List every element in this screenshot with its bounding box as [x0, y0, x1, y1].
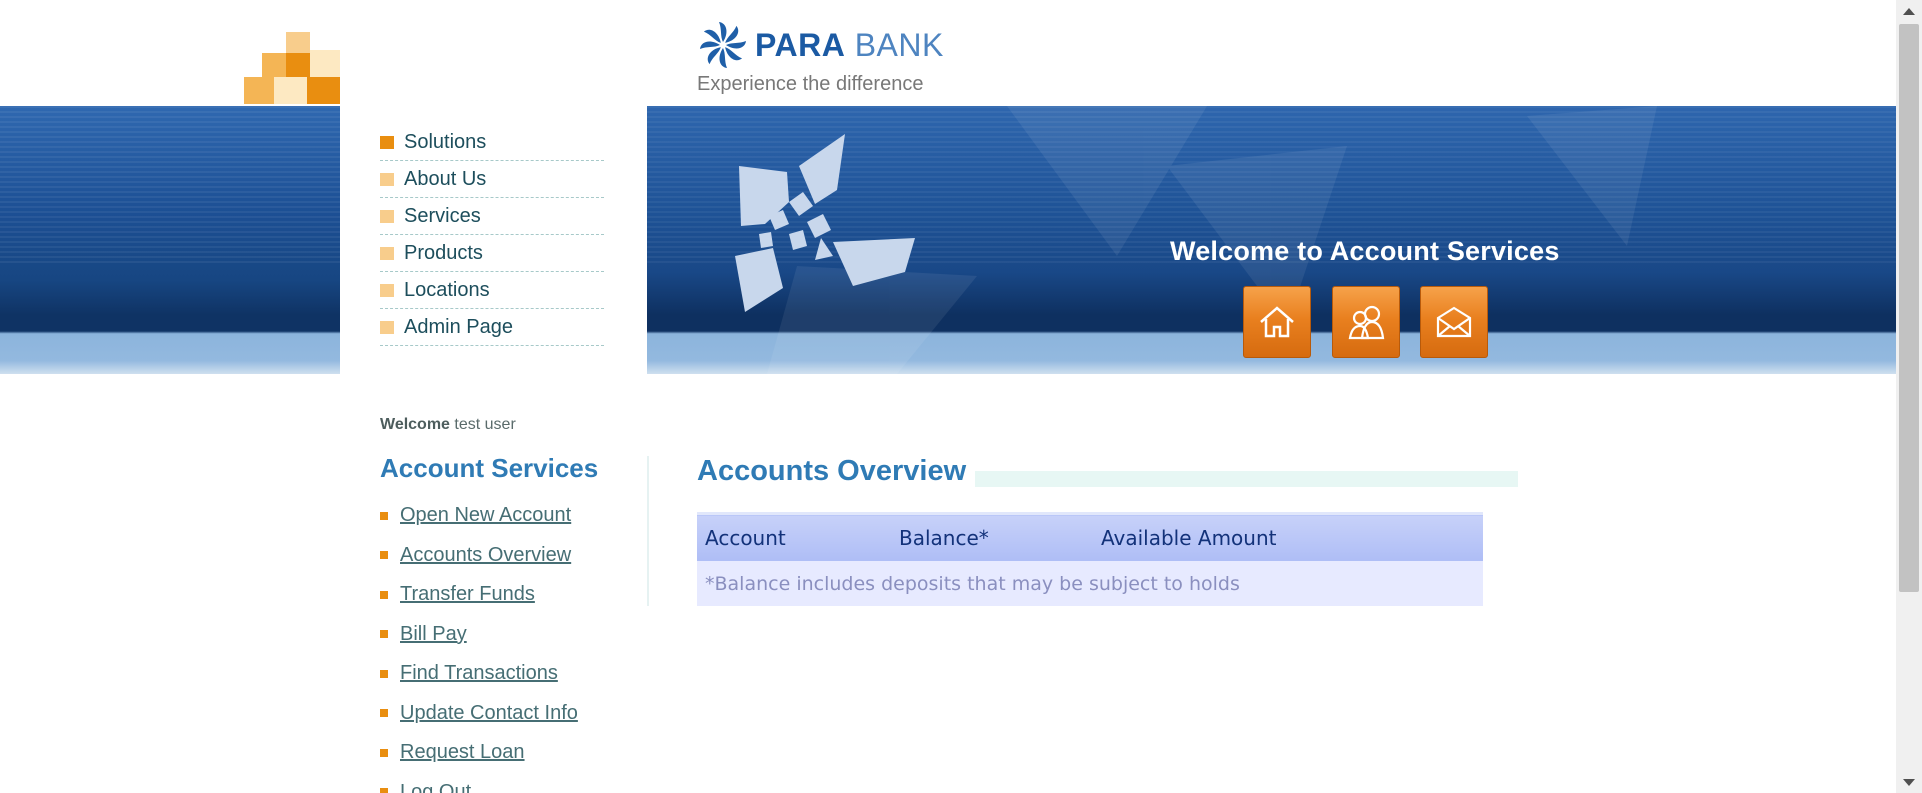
- menu-item-services[interactable]: Services: [380, 198, 604, 235]
- flower-logo-icon: [700, 22, 746, 68]
- parabank-logo[interactable]: PARA BANK: [697, 18, 944, 72]
- decorative-squares-logo: [244, 32, 340, 104]
- link-find-transactions[interactable]: Find Transactions: [380, 654, 578, 694]
- about-button[interactable]: [1332, 286, 1400, 358]
- link-bullet-icon: [380, 748, 388, 757]
- balance-footnote: *Balance includes deposits that may be s…: [697, 561, 1483, 606]
- welcome-message: Welcome test user: [380, 416, 516, 434]
- home-button[interactable]: [1243, 286, 1311, 358]
- link-label[interactable]: Open New Account: [400, 504, 571, 527]
- menu-item-admin-page[interactable]: Admin Page: [380, 309, 604, 346]
- welcome-banner: Welcome to Account Services: [1170, 236, 1560, 266]
- menu-bullet-icon: [380, 283, 394, 297]
- vertical-scrollbar[interactable]: [1896, 0, 1922, 793]
- link-label[interactable]: Transfer Funds: [400, 583, 535, 606]
- scroll-up-arrow-icon[interactable]: [1896, 0, 1922, 22]
- menu-bullet-icon: [380, 246, 394, 260]
- menu-item-products[interactable]: Products: [380, 235, 604, 272]
- link-transfer-funds[interactable]: Transfer Funds: [380, 575, 578, 615]
- menu-item-label[interactable]: Products: [404, 242, 483, 265]
- menu-item-solutions[interactable]: Solutions: [380, 124, 604, 161]
- menu-item-label[interactable]: Solutions: [404, 131, 486, 154]
- header-band-left: [0, 106, 340, 374]
- link-label[interactable]: Log Out: [400, 781, 471, 793]
- link-bullet-icon: [380, 551, 388, 560]
- link-label[interactable]: Find Transactions: [400, 662, 558, 685]
- contact-button[interactable]: [1420, 286, 1488, 358]
- menu-item-label[interactable]: About Us: [404, 168, 486, 191]
- account-services-links: Open New Account Accounts Overview Trans…: [380, 496, 578, 793]
- link-open-new-account[interactable]: Open New Account: [380, 496, 578, 536]
- column-header-balance: Balance*: [891, 512, 1093, 561]
- tagline: Experience the difference: [697, 73, 924, 95]
- link-bullet-icon: [380, 669, 388, 678]
- menu-bullet-icon: [380, 320, 394, 334]
- scroll-down-arrow-icon[interactable]: [1896, 771, 1922, 793]
- scrollbar-thumb[interactable]: [1899, 24, 1919, 592]
- page-title: Accounts Overview: [697, 455, 967, 487]
- user-name: test user: [454, 416, 516, 433]
- welcome-word: Welcome: [380, 416, 450, 433]
- link-log-out[interactable]: Log Out: [380, 773, 578, 793]
- link-label[interactable]: Request Loan: [400, 741, 525, 764]
- column-divider: [647, 456, 649, 606]
- people-icon: [1348, 305, 1385, 340]
- column-header-available-amount: Available Amount: [1093, 512, 1483, 561]
- link-accounts-overview[interactable]: Accounts Overview: [380, 536, 578, 576]
- link-bullet-icon: [380, 788, 388, 793]
- main-menu: Solutions About Us Services Products Loc…: [380, 124, 604, 346]
- table-footnote-row: *Balance includes deposits that may be s…: [697, 561, 1483, 606]
- menu-item-label[interactable]: Locations: [404, 279, 490, 302]
- menu-item-locations[interactable]: Locations: [380, 272, 604, 309]
- link-request-loan[interactable]: Request Loan: [380, 733, 578, 773]
- title-underline-bar: [975, 471, 1518, 487]
- envelope-icon: [1436, 306, 1472, 338]
- table-header-row: Account Balance* Available Amount: [697, 512, 1483, 561]
- link-update-contact-info[interactable]: Update Contact Info: [380, 694, 578, 734]
- link-bullet-icon: [380, 709, 388, 718]
- link-bill-pay[interactable]: Bill Pay: [380, 615, 578, 655]
- account-services-title: Account Services: [380, 453, 599, 483]
- link-label[interactable]: Update Contact Info: [400, 702, 578, 725]
- menu-bullet-icon: [380, 172, 394, 186]
- menu-item-about-us[interactable]: About Us: [380, 161, 604, 198]
- link-label[interactable]: Bill Pay: [400, 623, 467, 646]
- column-header-account: Account: [697, 512, 891, 561]
- menu-item-label[interactable]: Admin Page: [404, 316, 513, 339]
- menu-bullet-icon: [380, 135, 394, 149]
- link-bullet-icon: [380, 590, 388, 599]
- brand-name-part1: PARA: [755, 26, 846, 63]
- link-bullet-icon: [380, 511, 388, 520]
- menu-item-label[interactable]: Services: [404, 205, 481, 228]
- brand-name: PARA BANK: [755, 27, 944, 64]
- accounts-table: Account Balance* Available Amount *Balan…: [697, 512, 1483, 606]
- link-label[interactable]: Accounts Overview: [400, 544, 571, 567]
- home-icon: [1260, 306, 1294, 338]
- link-bullet-icon: [380, 630, 388, 639]
- brand-name-part2: BANK: [854, 26, 944, 63]
- menu-bullet-icon: [380, 209, 394, 223]
- page: PARA BANK Experience the difference Solu…: [0, 0, 1896, 793]
